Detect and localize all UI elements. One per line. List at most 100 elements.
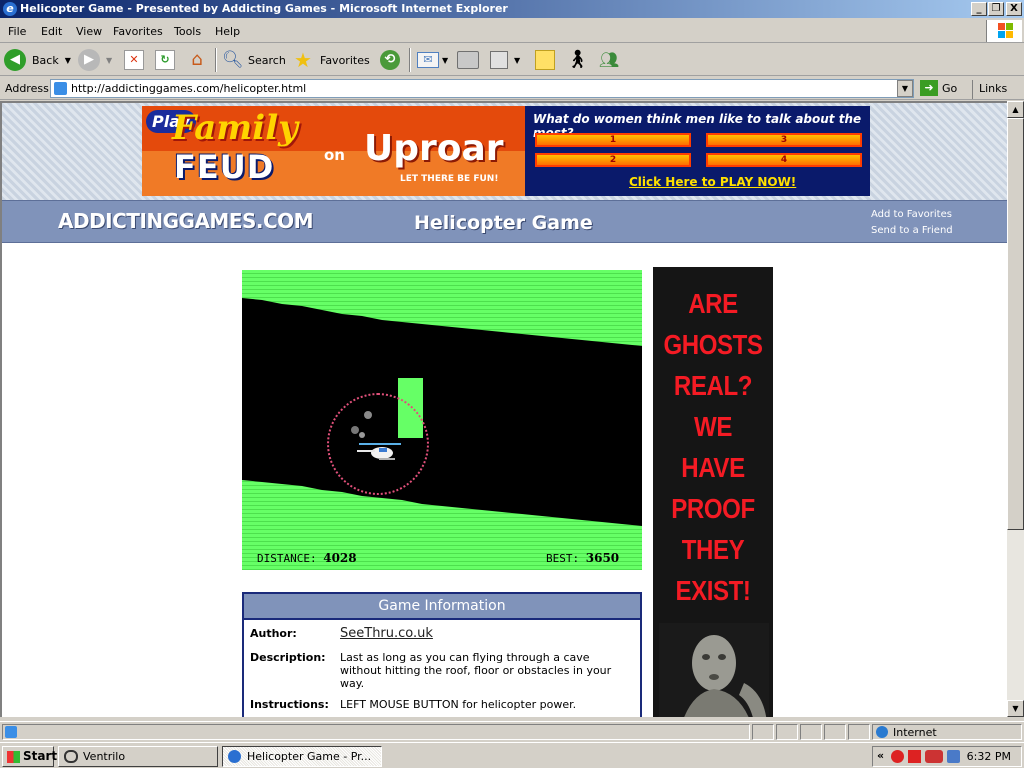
banner-answer-1[interactable]: 1 [535, 133, 691, 147]
research-button[interactable]: 🚶︎ [566, 48, 589, 72]
banner-answer-2[interactable]: 2 [535, 153, 691, 167]
stop-icon: ✕ [124, 50, 144, 70]
page-viewport: Play Family FEUD on Uproar LET THERE BE … [0, 101, 1007, 717]
mail-button[interactable]: ✉ ▼ [417, 48, 448, 72]
forward-arrow-icon: ▶ [78, 49, 100, 71]
star-icon: ★ [294, 48, 312, 72]
task-helicopter-game[interactable]: Helicopter Game - Pr... [222, 746, 382, 767]
site-links: Add to Favorites Send to a Friend [871, 207, 953, 239]
home-button[interactable]: ⌂ [186, 48, 208, 72]
banner-logo-area[interactable]: Play Family FEUD on Uproar LET THERE BE … [142, 106, 525, 196]
status-cell [752, 724, 774, 740]
author-link[interactable]: SeeThru.co.uk [340, 626, 433, 641]
history-button[interactable]: ⟲ [380, 48, 400, 72]
helicopter-game-canvas[interactable]: DISTANCE: 4028 BEST: 3650 [242, 270, 642, 570]
add-to-favorites-link[interactable]: Add to Favorites [871, 207, 953, 223]
window-title-bar[interactable]: e Helicopter Game - Presented by Addicti… [0, 0, 1024, 18]
ie-icon: e [3, 2, 17, 16]
helicopter-icon [351, 411, 401, 460]
banner-question-area[interactable]: What do women think men like to talk abo… [525, 106, 870, 196]
banner-play-now-link[interactable]: Click Here to PLAY NOW! [629, 175, 796, 189]
vertical-scrollbar[interactable]: ▲ ▼ [1007, 101, 1024, 717]
cave-ceiling [242, 270, 642, 346]
scroll-up-button[interactable]: ▲ [1007, 101, 1024, 118]
status-cell [824, 724, 846, 740]
status-bar: Internet [0, 721, 1024, 741]
instructions-label: Instructions: [250, 698, 329, 711]
printer-icon [457, 51, 479, 69]
chevron-down-icon[interactable]: ▼ [442, 56, 448, 65]
game-information-header: Game Information [244, 594, 640, 620]
menu-view[interactable]: View [76, 25, 102, 38]
edit-button[interactable]: ▼ [490, 48, 520, 72]
site-header: ADDICTINGGAMES.COM Helicopter Game Add t… [2, 200, 1007, 243]
status-cell [776, 724, 798, 740]
back-button[interactable]: ◀ Back ▼ [4, 48, 71, 72]
mail-icon: ✉ [417, 52, 439, 68]
chevron-down-icon[interactable]: ▼ [514, 56, 520, 65]
close-button[interactable]: X [1006, 2, 1022, 16]
banner-uproar: Uproar [364, 128, 504, 169]
go-button[interactable]: ➜ Go [920, 80, 957, 96]
ati-icon[interactable] [925, 750, 943, 763]
best-score: BEST: 3650 [546, 551, 620, 565]
menu-edit[interactable]: Edit [41, 25, 62, 38]
status-cell [800, 724, 822, 740]
banner-answer-4[interactable]: 4 [706, 153, 862, 167]
chevron-down-icon[interactable]: ▼ [106, 56, 112, 65]
menu-file[interactable]: File [8, 25, 26, 38]
status-cell [848, 724, 870, 740]
ghosts-skyscraper-ad[interactable]: ARE GHOSTS REAL? WE HAVE PROOF THEY EXIS… [653, 267, 773, 717]
messenger-button[interactable]: 👥︎ [598, 48, 620, 72]
print-button[interactable] [457, 48, 479, 72]
discuss-button[interactable] [535, 48, 555, 72]
page-status-icon [5, 726, 17, 738]
links-button[interactable]: Links [972, 80, 1007, 99]
page-title: Helicopter Game [414, 212, 593, 234]
menu-tools[interactable]: Tools [174, 25, 201, 38]
clock[interactable]: 6:32 PM [967, 750, 1011, 763]
windows-logo [986, 20, 1022, 42]
address-dropdown-button[interactable]: ▼ [897, 80, 913, 97]
refresh-icon: ↻ [155, 50, 175, 70]
edit-page-icon [490, 51, 508, 69]
window-title: Helicopter Game - Presented by Addicting… [20, 2, 508, 15]
send-to-friend-link[interactable]: Send to a Friend [871, 223, 953, 239]
menu-help[interactable]: Help [215, 25, 240, 38]
search-button[interactable]: 🔍︎ Search [222, 48, 286, 72]
ie-icon [228, 750, 241, 763]
favorites-button[interactable]: ★ Favorites [294, 48, 370, 72]
family-feud-banner-ad[interactable]: Play Family FEUD on Uproar LET THERE BE … [142, 106, 870, 196]
tray-app-icon[interactable] [891, 750, 904, 763]
scroll-thumb[interactable] [1007, 118, 1024, 530]
globe-icon [876, 726, 888, 738]
description-text: Last as long as you can flying through a… [340, 651, 612, 690]
forward-button[interactable]: ▶ ▼ [78, 48, 112, 72]
messenger-icon: 👥︎ [598, 50, 620, 69]
back-arrow-icon: ◀ [4, 49, 26, 71]
banner-answer-3[interactable]: 3 [706, 133, 862, 147]
tray-app-icon[interactable] [908, 750, 921, 763]
task-ventrilo[interactable]: Ventrilo [58, 746, 218, 767]
menu-favorites[interactable]: Favorites [113, 25, 163, 38]
instructions-text: LEFT MOUSE BUTTON for helicopter power. [340, 698, 577, 711]
scroll-down-button[interactable]: ▼ [1007, 700, 1024, 717]
banner-tagline: LET THERE BE FUN! [400, 174, 499, 184]
maximize-button[interactable]: ❐ [988, 2, 1004, 16]
standard-toolbar: ◀ Back ▼ ▶ ▼ ✕ ↻ ⌂ 🔍︎ Search ★ Favorites… [0, 44, 1024, 76]
author-label: Author: [250, 627, 297, 640]
minimize-button[interactable]: _ [971, 2, 987, 16]
address-url[interactable]: http://addictinggames.com/helicopter.htm… [71, 82, 306, 95]
start-button[interactable]: Start [2, 746, 57, 767]
security-zone: Internet [872, 724, 1022, 740]
tray-expand-icon[interactable]: « [877, 749, 884, 762]
go-arrow-icon: ➜ [920, 80, 938, 96]
address-bar: Address http://addictinggames.com/helico… [0, 77, 1024, 100]
chevron-down-icon[interactable]: ▼ [65, 56, 71, 65]
site-logo[interactable]: ADDICTINGGAMES.COM [58, 209, 314, 233]
stop-button[interactable]: ✕ [124, 48, 144, 72]
network-icon[interactable] [947, 750, 960, 763]
game-information-panel: Game Information Author: SeeThru.co.uk D… [242, 592, 642, 717]
refresh-button[interactable]: ↻ [155, 48, 175, 72]
address-input[interactable]: http://addictinggames.com/helicopter.htm… [50, 79, 914, 98]
